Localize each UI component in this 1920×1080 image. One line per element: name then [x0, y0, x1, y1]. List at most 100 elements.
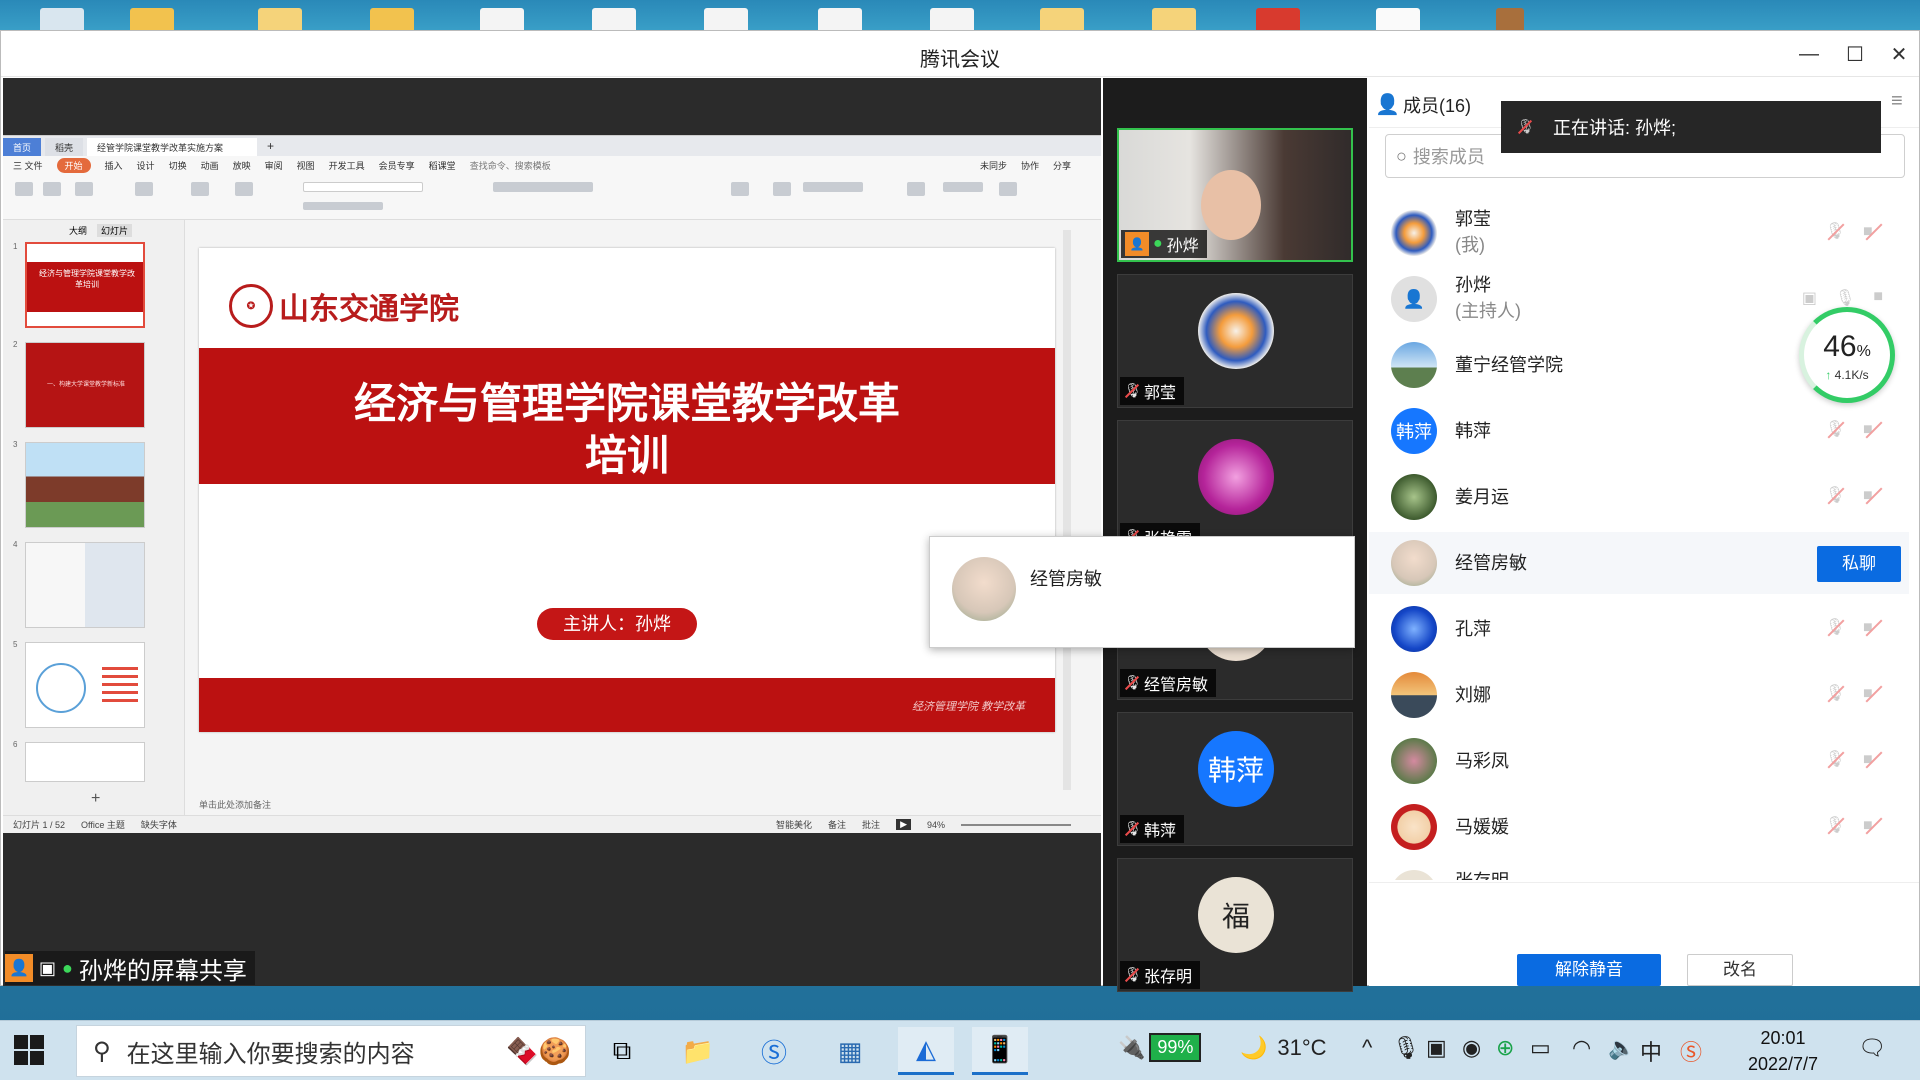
- phone-link-icon[interactable]: 📱: [972, 1027, 1028, 1075]
- calculator-icon[interactable]: ▦: [822, 1027, 878, 1075]
- folder-icon[interactable]: [370, 8, 414, 30]
- menu-animation[interactable]: 动画: [201, 159, 219, 172]
- slide-scrollbar[interactable]: [1063, 230, 1071, 790]
- collaborate-button[interactable]: 协作: [1021, 159, 1039, 172]
- rename-button[interactable]: 改名: [1687, 954, 1793, 986]
- share-doc-button[interactable]: 分享: [1053, 159, 1071, 172]
- member-row[interactable]: 孔萍 🎙 ■: [1369, 598, 1909, 660]
- notes-hint[interactable]: 单击此处添加备注: [199, 798, 271, 811]
- menu-classroom[interactable]: 稻课堂: [429, 159, 456, 172]
- format-painter-icon[interactable]: [75, 182, 93, 196]
- presenter-tools-icon[interactable]: [907, 182, 925, 196]
- member-row[interactable]: 韩萍 韩萍 🎙 ■: [1369, 400, 1909, 462]
- tray-expand-icon[interactable]: ^: [1362, 1035, 1372, 1061]
- notification-icon[interactable]: 🗨: [1858, 1035, 1886, 1061]
- video-tile[interactable]: 韩萍 🎙 韩萍: [1117, 712, 1353, 846]
- new-slide-icon[interactable]: [191, 182, 209, 196]
- menu-member[interactable]: 会员专享: [379, 159, 415, 172]
- folder-icon[interactable]: [130, 8, 174, 30]
- private-chat-button[interactable]: 私聊: [1817, 546, 1901, 582]
- play-slideshow-icon[interactable]: ▶: [896, 819, 911, 830]
- menu-transition[interactable]: 切换: [169, 159, 187, 172]
- image-icon[interactable]: [1256, 8, 1300, 30]
- paste-icon[interactable]: [15, 182, 33, 196]
- camera-off-icon[interactable]: ■: [1863, 618, 1883, 638]
- align-icon[interactable]: [493, 182, 593, 192]
- system-clock[interactable]: 20:01 2022/7/7: [1738, 1025, 1828, 1077]
- microphone-icon[interactable]: 🎙: [1392, 1035, 1420, 1061]
- menu-start[interactable]: 开始: [56, 157, 91, 173]
- textbox-icon[interactable]: [731, 182, 749, 196]
- video-tile[interactable]: 🎙 郭莹: [1117, 274, 1353, 408]
- camera-off-icon[interactable]: ■: [1863, 684, 1883, 704]
- menu-design[interactable]: 设计: [137, 159, 155, 172]
- maximize-button[interactable]: ☐: [1837, 39, 1873, 69]
- desktop-icon[interactable]: [40, 8, 84, 30]
- wps-tab-docer[interactable]: 稻壳: [45, 138, 84, 156]
- panel-menu-icon[interactable]: ≡: [1891, 90, 1903, 113]
- notes-toggle[interactable]: 备注: [828, 818, 846, 831]
- folder-icon[interactable]: [1152, 8, 1196, 30]
- comments-toggle[interactable]: 批注: [862, 818, 880, 831]
- task-view-icon[interactable]: ⧉: [594, 1027, 650, 1075]
- font-box-icon[interactable]: [303, 182, 423, 192]
- start-button[interactable]: [14, 1035, 44, 1065]
- video-tile[interactable]: 👤 ● 孙烨: [1117, 128, 1353, 262]
- sync-status[interactable]: 未同步: [980, 159, 1007, 172]
- add-slide-button[interactable]: +: [91, 790, 100, 808]
- file-explorer-icon[interactable]: 📁: [670, 1027, 726, 1075]
- slide-thumbnail-2[interactable]: 一、构建大学课堂教学新标准: [25, 342, 145, 428]
- slide-thumbnail-3[interactable]: [25, 442, 145, 528]
- wps-tab-document[interactable]: 经管学院课堂教学改革实施方案: [87, 138, 258, 156]
- tray-app-icon[interactable]: ▣: [1426, 1035, 1447, 1061]
- mic-muted-icon[interactable]: 🎙: [1825, 816, 1845, 836]
- tray-app-icon[interactable]: ◉: [1462, 1035, 1481, 1061]
- select-icon[interactable]: [999, 182, 1017, 196]
- mic-muted-icon[interactable]: 🎙: [1825, 486, 1845, 506]
- tray-app-icon[interactable]: ⊕: [1496, 1035, 1514, 1061]
- mic-muted-icon[interactable]: 🎙: [1825, 618, 1845, 638]
- menu-developer[interactable]: 开发工具: [329, 159, 365, 172]
- find-icon[interactable]: [943, 182, 983, 192]
- slide-thumbnail-6[interactable]: [25, 742, 145, 782]
- camera-off-icon[interactable]: ■: [1863, 486, 1883, 506]
- ime-icon[interactable]: 中: [1640, 1035, 1662, 1067]
- weather-widget[interactable]: 🌙 31°C: [1240, 1035, 1327, 1061]
- tab-slides[interactable]: 幻灯片: [97, 224, 133, 237]
- video-tile[interactable]: 福 🎙 张存明: [1117, 858, 1353, 992]
- menu-insert[interactable]: 插入: [105, 159, 123, 172]
- tencent-meeting-icon[interactable]: ◭: [898, 1027, 954, 1075]
- member-row[interactable]: 经管房敏 私聊: [1369, 532, 1909, 594]
- picture-icon[interactable]: [803, 182, 863, 192]
- layout-icon[interactable]: [235, 182, 253, 196]
- zoom-slider[interactable]: [961, 823, 1071, 826]
- shape-icon[interactable]: [773, 182, 791, 196]
- cut-icon[interactable]: [43, 182, 61, 196]
- close-button[interactable]: ✕: [1881, 39, 1917, 69]
- folder-icon[interactable]: [258, 8, 302, 30]
- mic-muted-icon[interactable]: 🎙: [1825, 750, 1845, 770]
- document-icon[interactable]: [930, 8, 974, 30]
- tab-outline[interactable]: 大纲: [69, 224, 87, 237]
- taskbar-search-input[interactable]: ⚲ 在这里输入你要搜索的内容 🍫🍪: [76, 1025, 586, 1077]
- menu-slideshow[interactable]: 放映: [233, 159, 251, 172]
- wifi-icon[interactable]: ◠: [1572, 1035, 1591, 1061]
- document-icon[interactable]: [480, 8, 524, 30]
- menu-search[interactable]: 查找命令、搜索模板: [470, 159, 551, 172]
- battery-indicator[interactable]: 🔌 99%: [1118, 1033, 1202, 1062]
- network-speed-widget[interactable]: 46% ↑ 4.1K/s: [1799, 307, 1895, 403]
- smart-beautify[interactable]: 智能美化: [776, 818, 812, 831]
- member-row[interactable]: 马媛媛 🎙 ■: [1369, 796, 1909, 858]
- sogou-browser-icon[interactable]: Ⓢ: [746, 1027, 802, 1075]
- slide-thumbnail-1[interactable]: 经济与管理学院课堂教学改革培训: [25, 242, 145, 328]
- member-row[interactable]: 福 张存明: [1369, 862, 1909, 880]
- document-icon[interactable]: [818, 8, 862, 30]
- sogou-ime-icon[interactable]: Ⓢ: [1680, 1035, 1702, 1067]
- camera-off-icon[interactable]: ■: [1863, 222, 1883, 242]
- mic-muted-icon[interactable]: 🎙: [1825, 684, 1845, 704]
- document-icon[interactable]: [592, 8, 636, 30]
- menu-file[interactable]: 三 文件: [13, 159, 43, 172]
- play-icon[interactable]: [135, 182, 153, 196]
- video-tile[interactable]: 🎙张艳雪: [1117, 420, 1353, 554]
- volume-icon[interactable]: 🔈: [1608, 1035, 1635, 1061]
